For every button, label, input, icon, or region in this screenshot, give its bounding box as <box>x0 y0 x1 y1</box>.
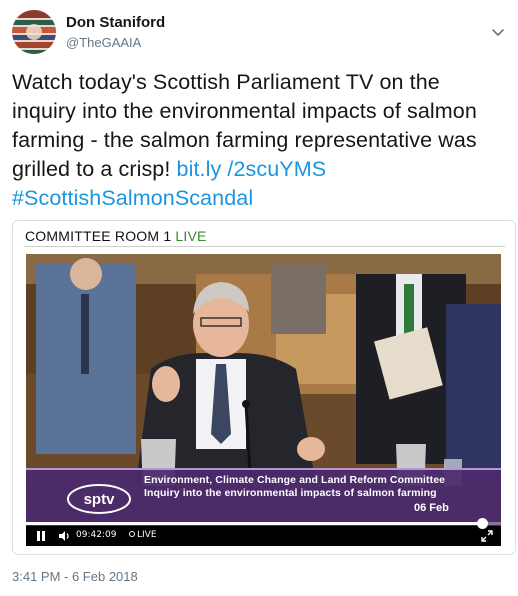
chevron-down-icon[interactable] <box>490 24 506 40</box>
embedded-video-card[interactable]: COMMITTEE ROOM 1 LIVE sptv Environment, … <box>12 220 516 555</box>
pause-icon[interactable] <box>36 531 46 541</box>
committee-name: Environment, Climate Change and Land Ref… <box>144 474 446 486</box>
hashtag-link[interactable]: #ScottishSalmonScandal <box>12 186 253 210</box>
sptv-logo-text: sptv <box>84 491 116 508</box>
avatar[interactable] <box>12 10 56 54</box>
room-label: COMMITTEE ROOM 1 LIVE <box>25 228 207 244</box>
room-name: COMMITTEE ROOM 1 <box>25 228 172 244</box>
tweet-header: Don Staniford @TheGAAIA <box>12 10 506 56</box>
sptv-logo: sptv <box>67 484 131 514</box>
broadcast-date: 06 Feb <box>414 502 449 514</box>
live-indicator-text: LIVE <box>137 530 157 540</box>
lower-third-caption: sptv Environment, Climate Change and Lan… <box>26 468 501 526</box>
tweet-link[interactable]: bit.ly /2scuYMS <box>177 157 327 181</box>
progress-fill <box>26 522 482 525</box>
live-indicator[interactable]: LIVE <box>129 530 157 540</box>
live-label: LIVE <box>175 228 207 244</box>
player-controls: 09:42:09 LIVE <box>26 518 501 546</box>
display-name[interactable]: Don Staniford <box>66 14 165 32</box>
inquiry-title: Inquiry into the environmental impacts o… <box>144 487 437 499</box>
progress-handle[interactable] <box>477 518 488 529</box>
fullscreen-icon[interactable] <box>481 530 493 542</box>
video-player[interactable]: sptv Environment, Climate Change and Lan… <box>26 254 501 546</box>
user-handle[interactable]: @TheGAAIA <box>66 34 165 52</box>
tweet-text: Watch today's Scottish Parliament TV on … <box>12 68 506 213</box>
time-readout: 09:42:09 <box>76 530 117 540</box>
volume-icon[interactable] <box>58 530 70 542</box>
divider <box>25 246 505 247</box>
tweet-timestamp[interactable]: 3:41 PM - 6 Feb 2018 <box>12 569 138 584</box>
live-dot-icon <box>129 531 135 537</box>
